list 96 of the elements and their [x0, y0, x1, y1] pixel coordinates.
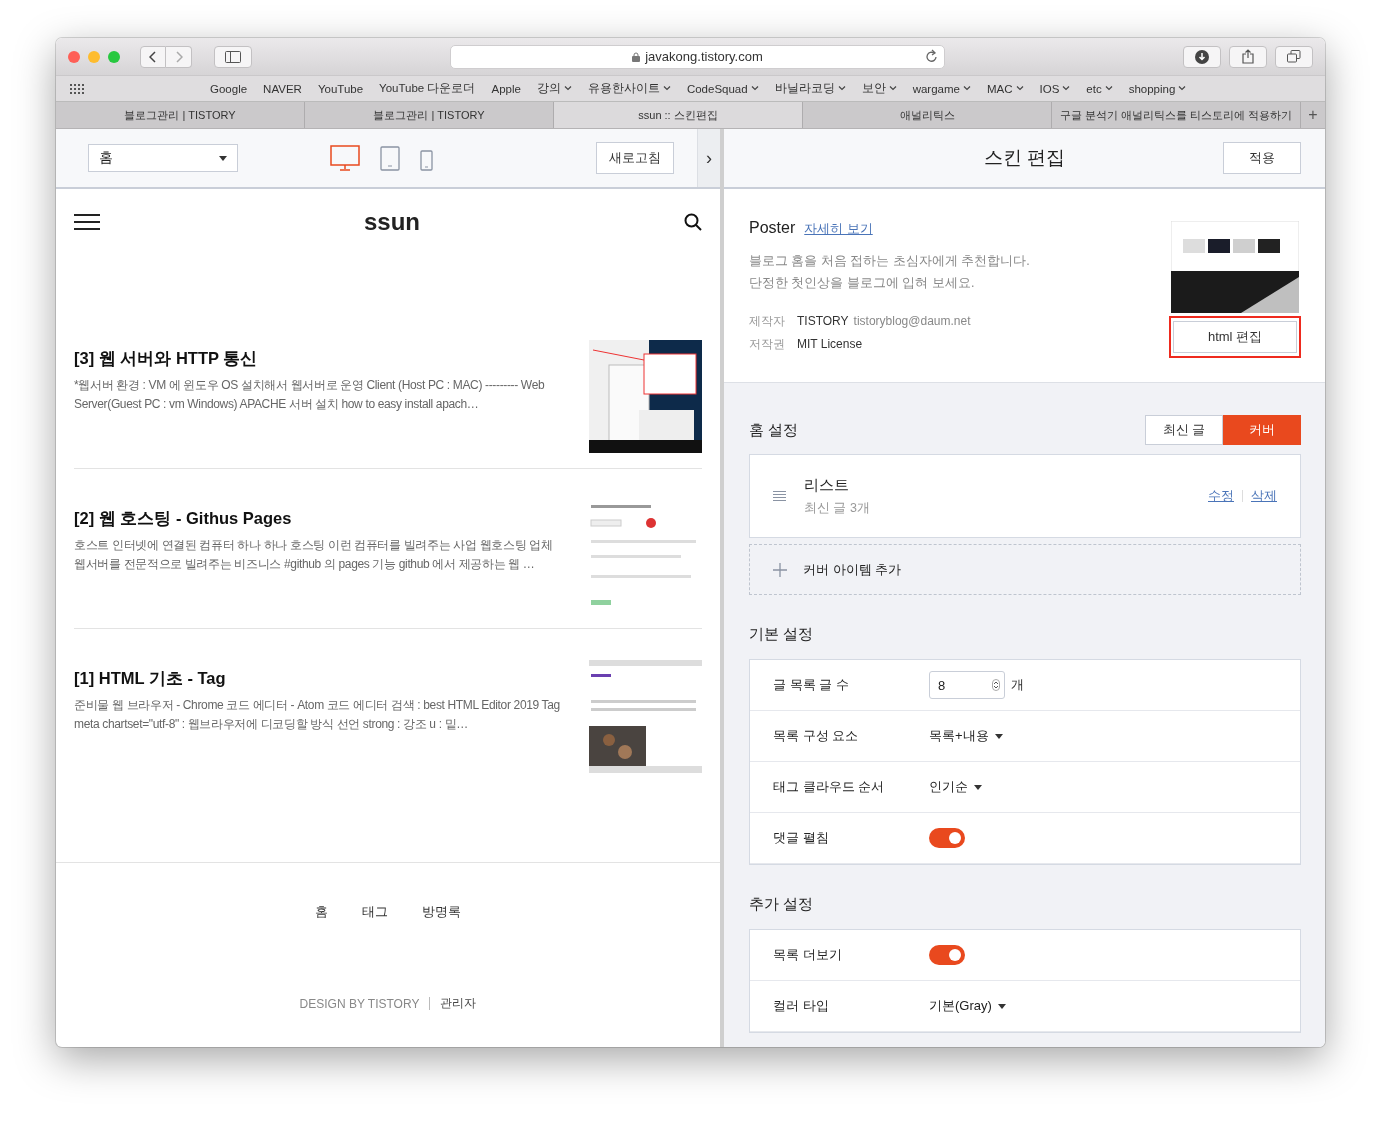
setting-label: 목록 구성 요소	[773, 727, 860, 745]
setting-label: 글 목록 글 수	[773, 676, 850, 694]
meta-label: 제작자	[749, 313, 786, 330]
forward-button[interactable]	[166, 45, 192, 68]
dropdown[interactable]: 인기순	[929, 778, 982, 796]
zoom-button[interactable]	[108, 50, 120, 63]
bookmark-item[interactable]: 유용한사이트	[579, 81, 679, 96]
blog-title[interactable]: ssun	[364, 207, 420, 236]
bookmark-item[interactable]: IOS	[1031, 81, 1079, 96]
bookmark-item[interactable]: YouTube 다운로더	[371, 81, 484, 96]
caret-icon	[974, 784, 982, 790]
bookmark-item[interactable]: 보안	[853, 81, 905, 96]
post-title[interactable]: [1] HTML 기초 - Tag	[74, 668, 565, 690]
setting-label: 컬러 타입	[773, 997, 830, 1015]
download-icon	[1195, 49, 1209, 64]
edit-link[interactable]: 수정	[1208, 487, 1234, 505]
drag-handle-icon[interactable]	[773, 491, 786, 501]
lock-icon	[632, 51, 641, 62]
browser-tab[interactable]: ssun :: 스킨편집	[554, 102, 803, 128]
page-select[interactable]: 홈	[88, 144, 238, 172]
grid-icon[interactable]	[70, 83, 84, 94]
share-icon	[1242, 49, 1254, 64]
bookmark-item[interactable]: Google	[202, 81, 256, 96]
caret-icon	[219, 155, 227, 161]
plus-icon	[773, 562, 787, 577]
download-button[interactable]	[1183, 45, 1221, 68]
maker-email: tistoryblog@daum.net	[853, 313, 971, 330]
collapse-button[interactable]: ›	[697, 129, 720, 187]
tabs-overview-button[interactable]	[1275, 45, 1313, 68]
bookmark-item[interactable]: wargame	[904, 81, 979, 96]
footer-link[interactable]: 홈	[315, 903, 328, 921]
bookmark-item[interactable]: NAVER	[255, 81, 310, 96]
toggle-switch[interactable]	[929, 828, 965, 848]
sidebar-button[interactable]	[214, 45, 252, 68]
dropdown[interactable]: 기본(Gray)	[929, 997, 1006, 1015]
item-name: 리스트	[804, 475, 850, 495]
bookmark-item[interactable]: etc	[1078, 81, 1121, 96]
tablet-icon[interactable]	[380, 146, 400, 171]
bookmark-item[interactable]: YouTube	[309, 81, 372, 96]
setting-label: 목록 더보기	[773, 946, 843, 964]
share-button[interactable]	[1229, 45, 1267, 68]
back-icon	[149, 50, 157, 63]
apply-button[interactable]: 적용	[1223, 142, 1301, 174]
search-icon[interactable]	[684, 212, 702, 231]
details-link[interactable]: 자세히 보기	[804, 221, 873, 238]
skin-description: 블로그 홈을 처음 접하는 초심자에게 추천합니다.	[749, 253, 1031, 270]
setting-label: 태그 클라우드 순서	[773, 778, 886, 796]
delete-link[interactable]: 삭제	[1251, 487, 1277, 505]
footer-link[interactable]: 태그	[362, 903, 388, 921]
section-title: 홈 설정	[749, 420, 799, 440]
desktop-icon[interactable]	[330, 145, 360, 171]
mode-tab[interactable]: 최신 글	[1145, 415, 1223, 445]
dropdown[interactable]: 목록+내용	[929, 727, 1003, 745]
bookmark-item[interactable]: Apple	[483, 81, 529, 96]
meta-label: 저작권	[749, 336, 786, 353]
tabs-icon	[1287, 50, 1301, 63]
item-detail: 최신 글 3개	[804, 499, 870, 517]
section-title: 기본 설정	[749, 625, 815, 644]
unit-label: 개	[1011, 676, 1024, 694]
post-excerpt: *웹서버 환경 : VM 에 윈도우 OS 설치해서 웹서버로 운영 Client (Host PC : MAC) --------- Web Server(Guest PC : vm Windows) APACHE 서버 설치 how to easy install apach…	[74, 377, 546, 413]
admin-link[interactable]: 관리자	[440, 995, 477, 1012]
footer-link[interactable]: 방명록	[422, 903, 461, 921]
bookmark-item[interactable]: MAC	[978, 81, 1032, 96]
stepper-icon	[992, 679, 1000, 691]
bookmark-item[interactable]: CodeSquad	[678, 81, 767, 96]
bookmark-item[interactable]: shopping	[1120, 81, 1195, 96]
caret-icon	[997, 1003, 1006, 1009]
license-name: MIT License	[797, 336, 863, 353]
html-edit-button[interactable]: html 편집	[1173, 321, 1297, 353]
mode-tab[interactable]: 커버	[1223, 415, 1301, 445]
bookmark-item[interactable]: 강의	[528, 81, 580, 96]
post-excerpt: 호스트 인터넷에 연결된 컴퓨터 하나 하나 호스팅 이런 컴퓨터를 빌려주는 사업 웹호스팅 업체 웹서버를 전문적으로 빌려주는 비즈니스 #github 의 pages 기능 github 에서 제공하는 웹 …	[74, 537, 554, 573]
post-title[interactable]: [2] 웹 호스팅 - Githus Pages	[74, 508, 565, 530]
panel-title: 스킨 편집	[983, 146, 1066, 170]
bookmark-item[interactable]: 바닐라코딩	[766, 81, 854, 96]
add-item-button[interactable]: 커버 아이템 추가	[749, 544, 1301, 595]
menu-icon[interactable]	[74, 213, 100, 230]
address-bar[interactable]: javakong.tistory.com	[450, 44, 945, 69]
reload-icon[interactable]	[925, 48, 938, 63]
phone-icon[interactable]	[420, 150, 433, 171]
skin-name: Poster	[749, 219, 796, 237]
refresh-button[interactable]: 새로고침	[596, 142, 674, 174]
post-excerpt: 준비물 웹 브라우저 - Chrome 코드 에디터 - Atom 코드 에디터 검색 : best HTML Editor 2019 Tag meta chartset="utf-8" : 웹브라우저에 디코딩할 방식 선언 strong : 강조 u : 밑…	[74, 697, 561, 733]
maker-name: TISTORY	[797, 313, 849, 330]
skin-description: 단정한 첫인상을 블로그에 입혀 보세요.	[749, 275, 976, 292]
post-title[interactable]: [3] 웹 서버와 HTTP 통신	[74, 348, 565, 370]
setting-label: 댓글 펼침	[773, 829, 830, 847]
caret-icon	[994, 733, 1003, 739]
toggle-switch[interactable]	[929, 945, 965, 965]
number-field[interactable]: 8	[929, 671, 1005, 699]
back-button[interactable]	[140, 45, 166, 68]
section-title: 추가 설정	[749, 895, 815, 914]
sidebar-icon	[225, 50, 241, 63]
forward-icon	[174, 50, 183, 63]
close-button[interactable]	[68, 50, 80, 63]
credit-text: DESIGN BY TISTORY	[299, 996, 420, 1011]
